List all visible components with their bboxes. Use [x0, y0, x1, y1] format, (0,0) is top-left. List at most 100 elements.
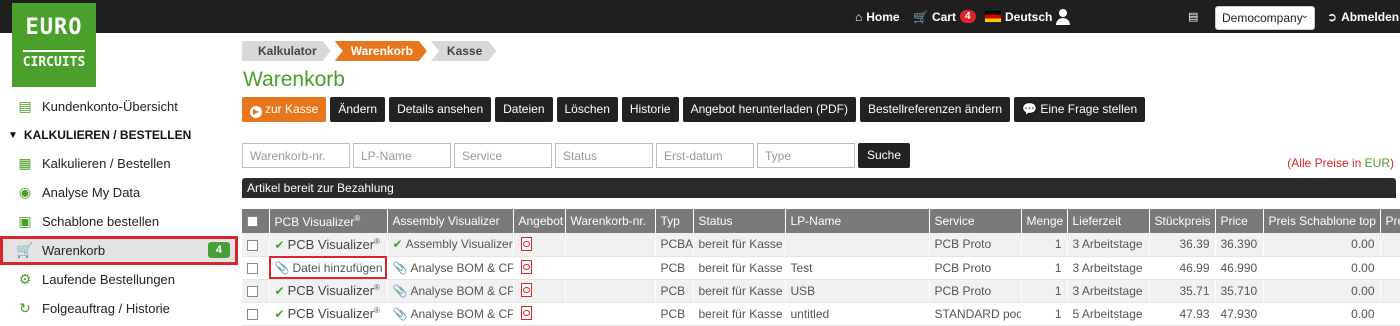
col-offer[interactable]: Angebot: [513, 209, 566, 233]
status-filter[interactable]: Status: [555, 143, 653, 168]
delete-button[interactable]: Löschen: [556, 97, 618, 122]
table-row[interactable]: ✔ PCB Visualizer® ✔ Assembly Visualizer PC…: [242, 233, 1400, 257]
col-pcb-visualizer[interactable]: PCB Visualizer®: [269, 209, 388, 233]
assembly-link[interactable]: Assembly Visualizer: [406, 237, 512, 251]
type-filter[interactable]: Type: [757, 143, 855, 168]
pdf-icon[interactable]: [519, 236, 532, 251]
pcb-visualizer-cell[interactable]: 📎 Datei hinzufügen: [269, 256, 388, 280]
col-delivery[interactable]: Lieferzeit: [1067, 209, 1150, 233]
analyse-bom-link[interactable]: Analyse BOM & CPL: [410, 261, 512, 275]
pdf-icon[interactable]: [519, 259, 532, 274]
breadcrumb-checkout[interactable]: Kasse: [431, 41, 496, 61]
pcb-visualizer-cell[interactable]: ✔ PCB Visualizer®: [269, 233, 388, 257]
sidebar-item-label: Laufende Bestellungen: [42, 272, 176, 287]
search-button[interactable]: Suche: [858, 143, 911, 168]
registered-mark: ®: [374, 236, 380, 246]
price-cell: 46.990: [1215, 256, 1264, 280]
checkout-button[interactable]: ▶ zur Kasse: [242, 97, 327, 122]
quantity-cell: 1: [1021, 302, 1068, 326]
pcb-name-filter[interactable]: LP-Name: [353, 143, 451, 168]
offer-cell[interactable]: [513, 279, 566, 303]
select-all-checkbox[interactable]: [247, 216, 258, 228]
logout-link[interactable]: ➲ Abmelden: [1327, 0, 1399, 33]
check-icon: ✔: [274, 237, 285, 252]
history-button[interactable]: Historie: [621, 97, 679, 122]
user-icon: [1056, 8, 1070, 25]
quantity-cell: 1: [1021, 233, 1068, 257]
offer-cell[interactable]: [513, 256, 566, 280]
sidebar-item-calculate[interactable]: ▦ Kalkulieren / Bestellen: [0, 149, 238, 178]
edit-button[interactable]: Ändern: [330, 97, 386, 122]
refresh-icon: ↻: [19, 300, 31, 316]
offer-cell[interactable]: [513, 233, 566, 257]
home-link[interactable]: ⌂ Home: [855, 0, 900, 33]
table-row[interactable]: ✔ PCB Visualizer® 📎 Analyse BOM & CPL PCB …: [242, 302, 1400, 326]
table-row[interactable]: ✔ PCB Visualizer® 📎 Analyse BOM & CPL PCB …: [242, 279, 1400, 303]
stencil-top-cell: 0.00: [1263, 256, 1381, 280]
cart-number-filter[interactable]: Warenkorb-nr.: [242, 143, 350, 168]
table-row[interactable]: 📎 Datei hinzufügen 📎 Analyse BOM & CPL PCB…: [242, 256, 1400, 280]
download-quote-button[interactable]: Angebot herunterladen (PDF): [682, 97, 856, 122]
row-checkbox[interactable]: [247, 285, 258, 297]
offer-cell[interactable]: [513, 302, 566, 326]
col-quantity[interactable]: Menge: [1021, 209, 1068, 233]
col-cart-number[interactable]: Warenkorb-nr.: [565, 209, 656, 233]
sidebar-item-running-orders[interactable]: ⚙ Laufende Bestellungen: [0, 265, 238, 294]
pcb-visualizer-cell[interactable]: ✔ PCB Visualizer®: [269, 279, 388, 303]
details-button[interactable]: Details ansehen: [389, 97, 492, 122]
col-assembly-visualizer[interactable]: Assembly Visualizer: [387, 209, 514, 233]
filter-bar: Warenkorb-nr. LP-Name Service Status Ers…: [242, 143, 911, 168]
col-service[interactable]: Service: [929, 209, 1022, 233]
col-stencil-bottom[interactable]: Prei: [1380, 209, 1400, 233]
analyse-bom-link[interactable]: Analyse BOM & CPL: [410, 284, 512, 298]
sidebar-item-analyse[interactable]: ◉ Analyse My Data: [0, 178, 238, 207]
created-date-filter[interactable]: Erst-datum: [656, 143, 754, 168]
sidebar-item-cart[interactable]: 🛒 Warenkorb 4: [0, 236, 238, 265]
row-checkbox[interactable]: [247, 262, 258, 274]
delivery-cell: 3 Arbeitstage: [1067, 256, 1150, 280]
home-icon: ⌂: [855, 9, 863, 24]
pcb-visualizer-link[interactable]: PCB Visualizer: [288, 283, 374, 298]
col-unit-price[interactable]: Stückpreis: [1149, 209, 1216, 233]
assembly-visualizer-cell[interactable]: 📎 Analyse BOM & CPL: [387, 279, 514, 303]
service-filter[interactable]: Service: [454, 143, 552, 168]
breadcrumb-calculator[interactable]: Kalkulator: [242, 41, 331, 61]
files-button[interactable]: Dateien: [495, 97, 553, 122]
pcb-name-cell: untitled: [785, 302, 930, 326]
breadcrumb-cart[interactable]: Warenkorb: [335, 41, 427, 61]
sidebar-section-calculate[interactable]: ▼ KALKULIEREN / BESTELLEN: [0, 121, 238, 149]
toolbar: ▶ zur Kasse Ändern Details ansehen Dateie…: [242, 97, 1149, 122]
row-checkbox[interactable]: [247, 308, 258, 320]
assembly-visualizer-cell[interactable]: ✔ Assembly Visualizer: [387, 233, 514, 257]
eurocircuits-logo[interactable]: EURO CIRCUITS: [12, 3, 96, 87]
col-type[interactable]: Typ: [655, 209, 694, 233]
check-icon: ✔: [274, 284, 285, 298]
sidebar-item-history[interactable]: ↻ Folgeauftrag / Historie: [0, 294, 238, 323]
pdf-icon[interactable]: [519, 305, 532, 320]
language-selector[interactable]: Deutsch: [985, 0, 1052, 33]
assembly-visualizer-cell[interactable]: 📎 Analyse BOM & CPL: [387, 302, 514, 326]
col-pcb-name[interactable]: LP-Name: [785, 209, 930, 233]
store-icon[interactable]: ▤: [1188, 0, 1198, 33]
user-menu[interactable]: [1056, 0, 1070, 33]
analyse-bom-link[interactable]: Analyse BOM & CPL: [410, 307, 512, 321]
sidebar-item-stencil[interactable]: ▣ Schablone bestellen: [0, 207, 238, 236]
sidebar-item-account[interactable]: ▤ Kundenkonto-Übersicht: [0, 92, 238, 121]
order-references-button[interactable]: Bestellreferenzen ändern: [860, 97, 1011, 122]
pcb-visualizer-cell[interactable]: ✔ PCB Visualizer®: [269, 302, 388, 326]
assembly-visualizer-cell[interactable]: 📎 Analyse BOM & CPL: [387, 256, 514, 280]
pcb-visualizer-link[interactable]: PCB Visualizer: [288, 306, 374, 321]
pcb-visualizer-link[interactable]: PCB Visualizer: [288, 237, 374, 252]
col-price[interactable]: Price: [1215, 209, 1264, 233]
col-status[interactable]: Status: [693, 209, 786, 233]
col-stencil-top[interactable]: Preis Schablone top: [1263, 209, 1381, 233]
company-select[interactable]: Democompany ⌄: [1215, 6, 1315, 30]
chevron-down-icon: ⌄: [1300, 10, 1309, 21]
pdf-icon[interactable]: [519, 282, 532, 297]
stencil-bottom-cell: [1380, 302, 1400, 326]
price-cell: 47.930: [1215, 302, 1264, 326]
cart-link[interactable]: 🛒 Cart 4: [913, 0, 976, 33]
add-file-link[interactable]: Datei hinzufügen: [292, 261, 382, 275]
row-checkbox[interactable]: [247, 239, 258, 251]
ask-question-button[interactable]: 💬 Eine Frage stellen: [1014, 97, 1146, 122]
